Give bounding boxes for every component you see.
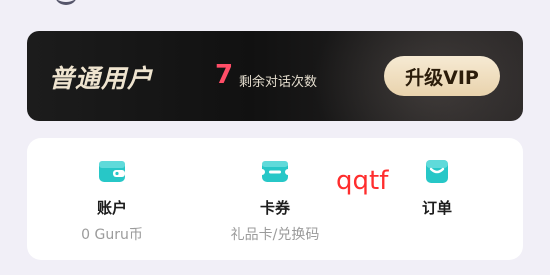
- menu-item-label: 卡券: [259, 199, 290, 217]
- menu-card: 账户 0 Guru币 卡券 礼品卡/兑换码 订单: [27, 138, 523, 260]
- menu-item-order[interactable]: 订单: [390, 138, 484, 260]
- watermark-text: qqtf: [336, 166, 389, 196]
- order-icon: [422, 158, 452, 188]
- upgrade-vip-button[interactable]: 升级VIP: [384, 56, 500, 96]
- remaining-count: 7: [215, 60, 234, 90]
- vip-banner: 普通用户 7 剩余对话次数 升级VIP: [27, 31, 523, 121]
- menu-item-account[interactable]: 账户 0 Guru币: [65, 138, 159, 260]
- menu-item-label: 订单: [421, 199, 452, 217]
- menu-item-sub: 0 Guru币: [81, 227, 143, 243]
- menu-item-label: 账户: [96, 199, 127, 217]
- wallet-icon: [97, 158, 127, 188]
- top-arc-decoration: [55, 0, 77, 5]
- user-type-label: 普通用户: [49, 64, 154, 93]
- menu-item-coupon[interactable]: 卡券 礼品卡/兑换码: [212, 138, 338, 260]
- menu-item-sub: 礼品卡/兑换码: [230, 227, 320, 243]
- remaining-label: 剩余对话次数: [239, 75, 318, 90]
- ticket-icon: [259, 158, 291, 188]
